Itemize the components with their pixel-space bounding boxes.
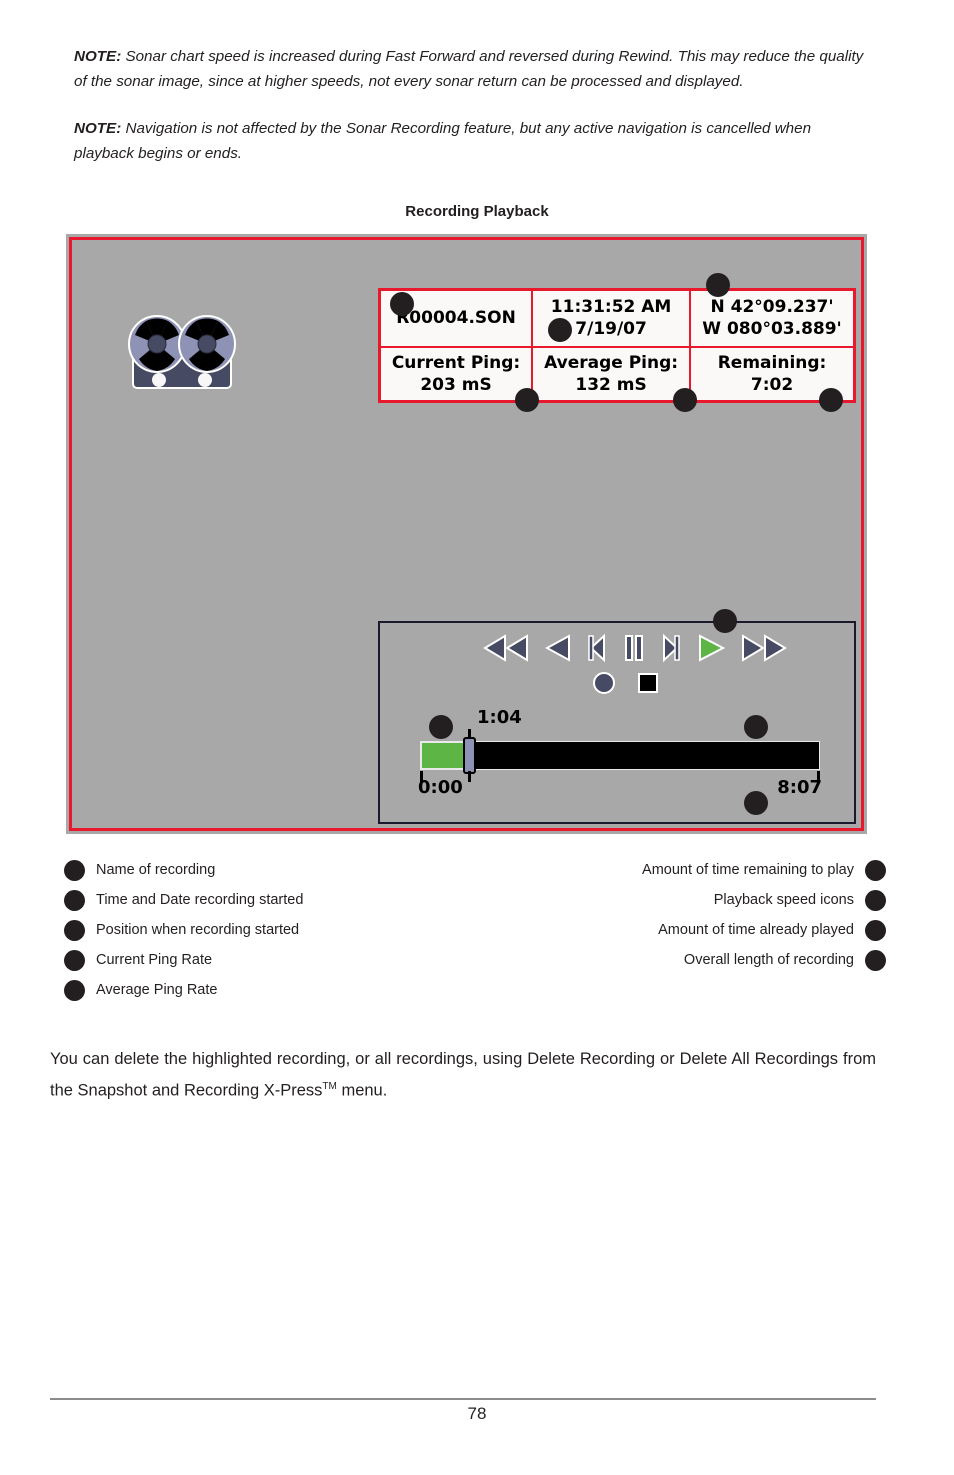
step-back-icon[interactable] <box>587 633 607 668</box>
legend-bullet-icon <box>865 889 886 911</box>
current-ping-value: 203 mS <box>420 374 492 395</box>
legend-label: Name of recording <box>96 862 216 878</box>
remaining-label: Remaining: <box>717 352 827 373</box>
slider-track[interactable] <box>420 741 820 770</box>
rewind-icon[interactable] <box>544 633 571 668</box>
playback-speed-icons <box>380 633 854 668</box>
legend-label: Time and Date recording started <box>96 892 304 908</box>
current-ping-label: Current Ping: <box>391 352 521 373</box>
legend-bullet-icon <box>64 949 85 971</box>
callout-dot-average-ping <box>673 388 697 412</box>
legend-bullet-icon <box>865 949 886 971</box>
legend-bullet-icon <box>64 889 85 911</box>
legend-bullet-icon <box>64 919 85 941</box>
fast-forward-icon[interactable] <box>741 633 787 668</box>
current-time-label: 1:04 <box>477 707 522 728</box>
list-item: Average Ping Rate <box>64 975 464 1005</box>
callout-dot-recording-name <box>390 292 414 316</box>
list-item: Time and Date recording started <box>64 885 464 915</box>
note-1-text: Sonar chart speed is increased during Fa… <box>74 48 864 90</box>
page-number: 78 <box>467 1404 487 1423</box>
legend-bullet-icon <box>865 919 886 941</box>
fast-rewind-icon[interactable] <box>483 633 529 668</box>
body-paragraph: You can delete the highlighted recording… <box>50 1046 876 1105</box>
legend-label: Amount of time already played <box>658 922 854 938</box>
pause-icon[interactable] <box>623 633 645 668</box>
callout-dot-current-position <box>429 715 453 739</box>
legend-label: Overall length of recording <box>683 952 854 968</box>
current-time-tick-bottom <box>468 771 471 782</box>
legend-right: Amount of time remaining to play Playbac… <box>486 855 886 975</box>
callout-dot-current-ping <box>515 388 539 412</box>
body-paragraph-part2: menu. <box>336 1081 388 1100</box>
callout-dot-time-date <box>548 318 572 342</box>
legend-bullet-icon <box>64 979 85 1001</box>
list-item: Playback speed icons <box>486 885 886 915</box>
legend-label: Position when recording started <box>96 922 300 938</box>
cell-current-ping: Current Ping: 203 mS <box>378 345 534 402</box>
step-forward-icon[interactable] <box>661 633 681 668</box>
playback-progress-slider[interactable]: 1:04 0:00 8:07 <box>418 707 822 798</box>
stop-icon[interactable] <box>636 671 660 700</box>
note-1: NOTE: Sonar chart speed is increased dur… <box>74 44 864 94</box>
note-2-text: Navigation is not affected by the Sonar … <box>74 120 812 162</box>
latitude-value: N 42°09.237' <box>710 297 834 318</box>
list-item: Amount of time already played <box>486 915 886 945</box>
play-icon[interactable] <box>697 633 726 668</box>
callout-dot-playback-icons <box>713 609 737 633</box>
record-icon[interactable] <box>592 671 616 700</box>
recording-time-value: 11:31:52 AM <box>550 297 672 318</box>
cell-average-ping: Average Ping: 132 mS <box>531 345 692 402</box>
note-2-label: NOTE: <box>74 120 122 137</box>
legend-bullet-icon <box>64 859 85 881</box>
footer-divider <box>50 1398 876 1400</box>
note-1-label: NOTE: <box>74 48 122 65</box>
average-ping-value: 132 mS <box>575 374 647 395</box>
body-paragraph-part1: You can delete the highlighted recording… <box>50 1050 876 1100</box>
recording-info-table: R00004.SON 11:31:52 AM 7/19/07 N 42°09.2… <box>378 288 856 403</box>
average-ping-label: Average Ping: <box>544 352 679 373</box>
legend-label: Current Ping Rate <box>96 952 213 968</box>
legend-label: Playback speed icons <box>713 892 854 908</box>
callout-dot-time-played <box>744 715 768 739</box>
playback-secondary-icons <box>380 671 854 700</box>
legend-label: Amount of time remaining to play <box>642 862 854 878</box>
list-item: Amount of time remaining to play <box>486 855 886 885</box>
start-time-label: 0:00 <box>418 777 463 798</box>
cell-position: N 42°09.237' W 080°03.889' <box>689 288 856 348</box>
slider-handle[interactable] <box>463 737 476 774</box>
slider-played-fill <box>421 742 466 769</box>
note-2: NOTE: Navigation is not affected by the … <box>74 116 864 166</box>
trademark-symbol: TM <box>322 1081 337 1092</box>
legend-bullet-icon <box>865 859 886 881</box>
list-item: Overall length of recording <box>486 945 886 975</box>
table-row: R00004.SON 11:31:52 AM 7/19/07 N 42°09.2… <box>378 288 856 348</box>
end-time-label: 8:07 <box>777 777 822 798</box>
legend-label: Average Ping Rate <box>96 982 218 998</box>
callout-dot-position <box>706 273 730 297</box>
tape-reel-icon <box>127 310 237 394</box>
sonar-screen-figure: R00004.SON 11:31:52 AM 7/19/07 N 42°09.2… <box>66 234 867 834</box>
list-item: Name of recording <box>64 855 464 885</box>
table-row: Current Ping: 203 mS Average Ping: 132 m… <box>378 345 856 402</box>
callout-dot-remaining <box>819 388 843 412</box>
callout-dot-overall-length <box>744 791 768 815</box>
list-item: Current Ping Rate <box>64 945 464 975</box>
longitude-value: W 080°03.889' <box>702 319 842 340</box>
notes-block: NOTE: Sonar chart speed is increased dur… <box>74 44 864 188</box>
figure-caption: Recording Playback <box>405 203 549 220</box>
legend-left: Name of recording Time and Date recordin… <box>64 855 464 1005</box>
sonar-screen-inner: R00004.SON 11:31:52 AM 7/19/07 N 42°09.2… <box>69 237 864 831</box>
list-item: Position when recording started <box>64 915 464 945</box>
